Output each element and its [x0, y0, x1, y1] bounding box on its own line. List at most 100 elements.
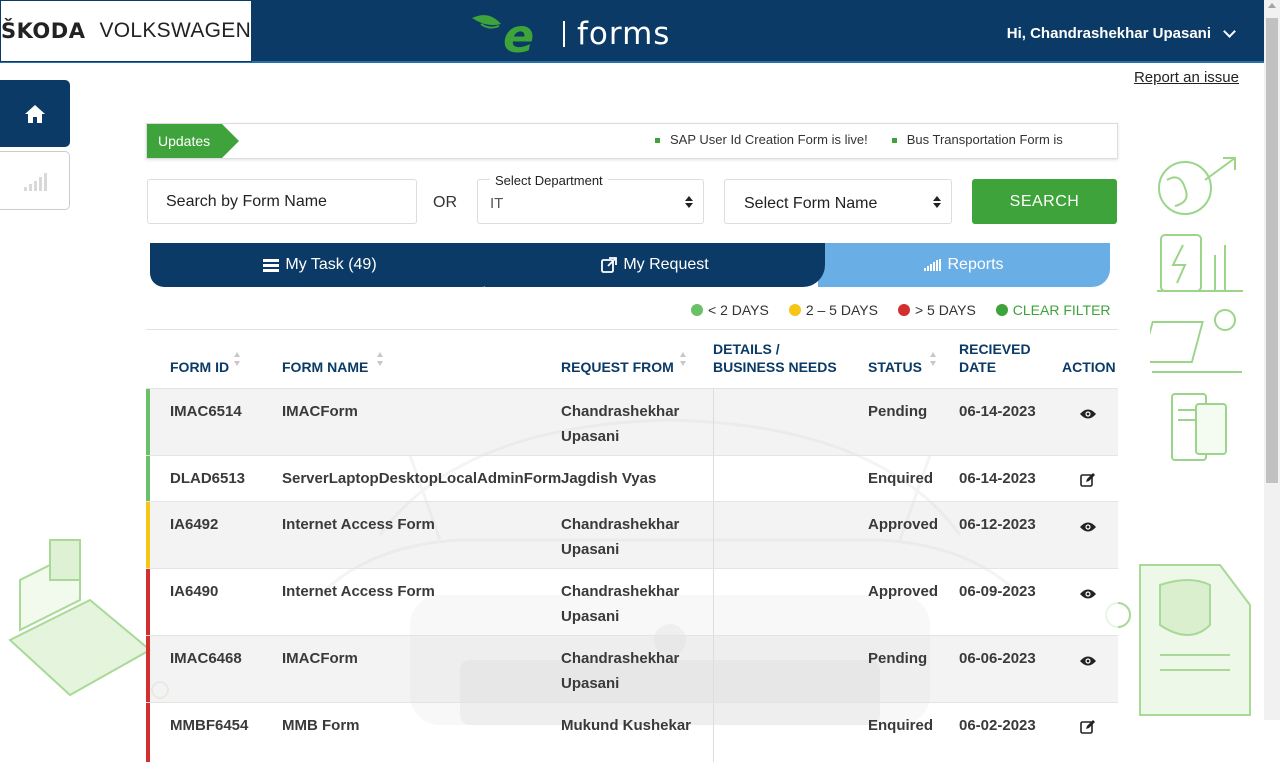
user-greeting: Hi, Chandrashekhar Upasani [1006, 25, 1211, 42]
update-item[interactable]: SAP User Id Creation Form is live! [655, 132, 868, 147]
search-button[interactable]: SEARCH [972, 179, 1117, 224]
tab-my-request-label: My Request [623, 256, 709, 273]
external-link-icon [601, 257, 618, 273]
view-icon[interactable] [1080, 583, 1096, 608]
tab-my-task[interactable]: My Task (49) [150, 243, 490, 287]
clear-filter-button[interactable]: CLEAR FILTER [995, 302, 1111, 318]
aging-indicator [146, 636, 150, 702]
updates-items: SAP User Id Creation Form is live! Bus T… [655, 132, 1063, 147]
col-action: ACTION [1062, 359, 1116, 375]
aging-indicator [146, 502, 150, 568]
column-divider [713, 703, 714, 762]
table-row[interactable]: DLAD6513 ServerLaptopDesktopLocalAdminFo… [146, 455, 1118, 501]
top-header: ŠKODA VOLKSWAGEN e forms Hi, Chandrashek… [0, 0, 1264, 63]
column-divider [713, 456, 714, 501]
cell-received-date: 06-09-2023 [959, 583, 1036, 600]
sort-icon[interactable] [377, 352, 384, 366]
list-icon [263, 258, 280, 272]
cell-request-from: Chandrashekhar Upasani [561, 583, 680, 625]
cell-received-date: 06-14-2023 [959, 403, 1036, 420]
search-input[interactable] [147, 179, 417, 224]
aging-indicator [146, 456, 150, 501]
col-form-name[interactable]: FORM NAME [282, 358, 368, 376]
cell-form-name: Internet Access Form [282, 516, 435, 533]
tab-my-task-label: My Task (49) [285, 256, 377, 273]
legend-under-2-days[interactable]: < 2 DAYS [691, 302, 769, 318]
view-icon[interactable] [1080, 516, 1096, 541]
sort-icon[interactable] [680, 352, 687, 366]
col-form-id[interactable]: FORM ID [170, 358, 229, 376]
cell-request-from: Chandrashekhar Upasani [561, 650, 680, 692]
tab-reports-label: Reports [947, 256, 1004, 273]
column-divider [713, 569, 714, 635]
divider [146, 329, 1118, 330]
brand-skoda: ŠKODA [0, 19, 86, 43]
tab-my-request[interactable]: My Request [485, 243, 825, 287]
table-row[interactable]: IA6492 Internet Access Form Chandrashekh… [146, 501, 1118, 568]
illustration-solar-icon [1150, 309, 1242, 373]
scroll-thumb[interactable] [1266, 18, 1278, 483]
table-row[interactable]: IA6490 Internet Access Form Chandrashekh… [146, 568, 1118, 635]
cell-received-date: 06-14-2023 [959, 470, 1036, 487]
view-icon[interactable] [1080, 403, 1096, 428]
cell-form-name: IMACForm [282, 403, 358, 420]
table-row[interactable]: IMAC6514 IMACForm Chandrashekhar Upasani… [146, 388, 1118, 455]
edit-icon[interactable] [1080, 470, 1095, 495]
cell-form-id: IMAC6468 [170, 650, 242, 667]
cell-form-name: ServerLaptopDesktopLocalAdminForm [282, 470, 562, 487]
column-divider [713, 636, 714, 702]
legend-over-5-days[interactable]: > 5 DAYS [897, 302, 976, 318]
select-arrows-icon [933, 196, 941, 208]
cell-form-id: DLAD6513 [170, 470, 246, 487]
aging-indicator [146, 569, 150, 635]
cell-form-name: Internet Access Form [282, 583, 435, 600]
sidebar-home[interactable] [0, 80, 70, 147]
col-received-date[interactable]: RECIEVED DATE [959, 340, 1039, 376]
user-menu[interactable]: Hi, Chandrashekhar Upasani [1006, 25, 1236, 42]
select-arrows-icon [685, 196, 693, 208]
svg-text:e: e [503, 12, 534, 56]
cell-form-name: MMB Form [282, 717, 360, 734]
view-icon[interactable] [1080, 650, 1096, 675]
cell-form-name: IMACForm [282, 650, 358, 667]
brand-volkswagen: VOLKSWAGEN [99, 19, 252, 42]
form-name-select[interactable]: Select Form Name [724, 179, 952, 224]
cell-form-id: IA6492 [170, 516, 219, 533]
task-table-body: IMAC6514 IMACForm Chandrashekhar Upasani… [146, 388, 1118, 762]
aging-indicator [146, 703, 150, 762]
sort-icon[interactable] [930, 352, 937, 366]
eforms-logo[interactable]: e forms [467, 12, 670, 56]
department-label: Select Department [490, 173, 608, 188]
cell-status: Pending [868, 403, 928, 420]
cell-received-date: 06-12-2023 [959, 516, 1036, 533]
page-scrollbar[interactable] [1264, 0, 1280, 720]
column-divider [713, 502, 714, 568]
cell-status: Pending [868, 650, 928, 667]
legend-label: > 5 DAYS [914, 302, 976, 318]
sort-icon[interactable] [234, 352, 241, 366]
cell-form-id: MMBF6454 [170, 717, 249, 734]
legend-2-to-5-days[interactable]: 2 – 5 DAYS [788, 302, 878, 318]
chevron-down-icon[interactable] [1223, 25, 1236, 38]
edit-icon[interactable] [1080, 717, 1095, 742]
legend-label: < 2 DAYS [708, 302, 769, 318]
form-name-value: Select Form Name [744, 195, 878, 212]
aging-legend: < 2 DAYS 2 – 5 DAYS > 5 DAYS CLEAR FILTE… [691, 302, 1111, 318]
cell-received-date: 06-02-2023 [959, 717, 1036, 734]
updates-ticker: Updates SAP User Id Creation Form is liv… [146, 123, 1118, 159]
signal-bars-icon [23, 172, 47, 191]
table-row[interactable]: IMAC6468 IMACForm Chandrashekhar Upasani… [146, 635, 1118, 702]
cell-request-from: Chandrashekhar Upasani [561, 516, 680, 558]
cell-form-id: IMAC6514 [170, 403, 242, 420]
col-status[interactable]: STATUS [868, 358, 922, 376]
or-label: OR [433, 194, 457, 211]
task-tabs: Reports My Request My Task (49) [150, 243, 1110, 287]
table-row[interactable]: MMBF6454 MMB Form Mukund Kushekar Enquir… [146, 702, 1118, 762]
col-request-from[interactable]: REQUEST FROM [561, 358, 674, 376]
tab-reports[interactable]: Reports [818, 243, 1110, 287]
scroll-up-arrow-icon[interactable] [1268, 3, 1276, 8]
sidebar-reports[interactable] [0, 151, 70, 210]
report-issue-link[interactable]: Report an issue [1134, 69, 1239, 86]
update-item[interactable]: Bus Transportation Form is [892, 132, 1063, 147]
department-select[interactable]: Select Department IT [477, 173, 704, 224]
